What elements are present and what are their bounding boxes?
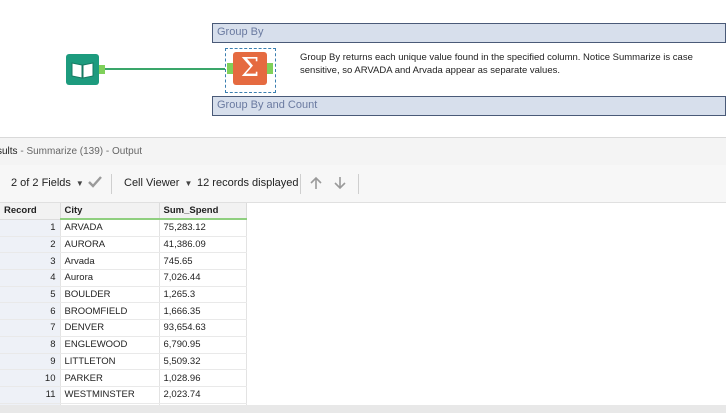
table-row[interactable]: 8 ENGLEWOOD 6,790.95 (0, 336, 247, 354)
cell-viewer-label: Cell Viewer (124, 177, 180, 189)
results-title: sults - Summarize (139) - Output (0, 146, 142, 157)
table-row[interactable]: 6 BROOMFIELD 1,666.35 (0, 302, 247, 321)
column-header-record[interactable]: Record (0, 203, 61, 220)
city-cell[interactable]: BROOMFIELD (60, 302, 160, 321)
sum-spend-cell[interactable]: 1,028.96 (159, 369, 247, 387)
toolbar-divider (111, 174, 112, 194)
table-body: 1 ARVADA 75,283.12 2 AURORA 41,386.09 3 Arvada 7… (0, 219, 247, 405)
connection-line[interactable] (105, 68, 225, 70)
container-group-by[interactable]: Group By (212, 23, 726, 43)
table-row[interactable]: 5 BOULDER 1,265.3 (0, 286, 247, 304)
container-title: Group By (217, 26, 264, 38)
scroll-up-button[interactable] (309, 176, 323, 193)
table-row[interactable]: 1 ARVADA 75,283.12 (0, 219, 247, 237)
results-grid[interactable]: Record City Sum_Spend 1 ARVADA 75,283.12 2 A… (0, 203, 726, 405)
tool-annotation: Group By returns each unique value found… (300, 52, 693, 76)
table-row[interactable]: 9 LITTLETON 5,509.32 (0, 353, 247, 371)
table-row[interactable]: 4 Aurora 7,026.44 (0, 269, 247, 287)
city-cell[interactable]: DENVER (60, 319, 160, 337)
table-row[interactable]: 3 Arvada 745.65 (0, 252, 247, 271)
record-cell[interactable]: 1 (0, 219, 61, 237)
toolbar-divider (300, 174, 301, 194)
scroll-down-button[interactable] (333, 176, 347, 193)
chevron-down-icon: ▼ (75, 179, 84, 188)
sum-spend-cell[interactable]: 41,386.09 (159, 236, 247, 254)
workflow-canvas[interactable]: Group By Σ Group By returns each unique … (0, 0, 726, 136)
city-cell[interactable]: LITTLETON (60, 353, 160, 371)
city-cell[interactable]: AURORA (60, 236, 160, 254)
record-cell[interactable]: 3 (0, 252, 61, 271)
table-row[interactable]: 2 AURORA 41,386.09 (0, 236, 247, 254)
record-cell[interactable]: 6 (0, 302, 61, 321)
results-source: - Summarize (139) - Output (17, 146, 143, 157)
record-cell[interactable]: 2 (0, 236, 61, 254)
container-title: Group By and Count (217, 99, 318, 111)
column-header-city[interactable]: City (60, 203, 160, 220)
toolbar-divider (358, 174, 359, 194)
sum-spend-cell[interactable]: 75,283.12 (159, 219, 247, 237)
arrow-down-icon (334, 177, 346, 190)
results-label: sults (0, 146, 18, 157)
record-cell[interactable]: 9 (0, 353, 61, 371)
chevron-down-icon: ▼ (184, 179, 193, 188)
table-row[interactable]: 11 WESTMINSTER 2,023.74 (0, 386, 247, 404)
results-toolbar: 2 of 2 Fields ▼ Cell Viewer ▼ 12 records d… (0, 165, 726, 203)
cell-viewer-dropdown[interactable]: Cell Viewer ▼ (124, 177, 192, 189)
city-cell[interactable]: PARKER (60, 369, 160, 387)
fields-dropdown[interactable]: 2 of 2 Fields ▼ (11, 177, 84, 189)
arrow-up-icon (310, 176, 322, 189)
column-header-sum-spend[interactable]: Sum_Spend (159, 203, 247, 220)
record-cell[interactable]: 4 (0, 269, 61, 287)
fields-dropdown-label: 2 of 2 Fields (11, 177, 71, 189)
record-cell[interactable]: 11 (0, 386, 61, 404)
horizontal-scrollbar[interactable] (0, 405, 726, 413)
sum-spend-cell[interactable]: 1,265.3 (159, 286, 247, 304)
city-cell[interactable]: WESTMINSTER (60, 386, 160, 404)
table-row[interactable]: 7 DENVER 93,654.63 (0, 319, 247, 337)
container-group-by-and-count[interactable]: Group By and Count (212, 96, 726, 116)
city-cell[interactable]: Aurora (60, 269, 160, 287)
sum-spend-cell[interactable]: 7,026.44 (159, 269, 247, 287)
sigma-icon: Σ (240, 53, 260, 83)
table-row[interactable]: 10 PARKER 1,028.96 (0, 369, 247, 387)
city-cell[interactable]: Arvada (60, 252, 160, 271)
record-cell[interactable]: 5 (0, 286, 61, 304)
book-icon (71, 62, 94, 79)
city-cell[interactable]: BOULDER (60, 286, 160, 304)
checkmark-icon (88, 176, 102, 188)
city-cell[interactable]: ENGLEWOOD (60, 336, 160, 354)
results-pane-header: sults - Summarize (139) - Output (0, 137, 726, 165)
record-cell[interactable]: 8 (0, 336, 61, 354)
record-cell[interactable]: 10 (0, 369, 61, 387)
input-data-tool[interactable] (66, 54, 99, 85)
sum-spend-cell[interactable]: 745.65 (159, 252, 247, 271)
sum-spend-cell[interactable]: 6,790.95 (159, 336, 247, 354)
city-cell[interactable]: ARVADA (60, 219, 160, 237)
summarize-tool[interactable]: Σ (233, 52, 267, 85)
sum-spend-cell[interactable]: 5,509.32 (159, 353, 247, 371)
records-count: 12 records displayed (197, 177, 299, 189)
record-cell[interactable]: 7 (0, 319, 61, 337)
table-header-row: Record City Sum_Spend (0, 203, 247, 220)
sum-spend-cell[interactable]: 1,666.35 (159, 302, 247, 321)
sum-spend-cell[interactable]: 93,654.63 (159, 319, 247, 337)
data-table: Record City Sum_Spend 1 ARVADA 75,283.12 2 A… (0, 203, 247, 405)
sum-spend-cell[interactable]: 2,023.74 (159, 386, 247, 404)
output-anchor[interactable] (267, 63, 273, 74)
apply-button[interactable] (87, 175, 103, 192)
